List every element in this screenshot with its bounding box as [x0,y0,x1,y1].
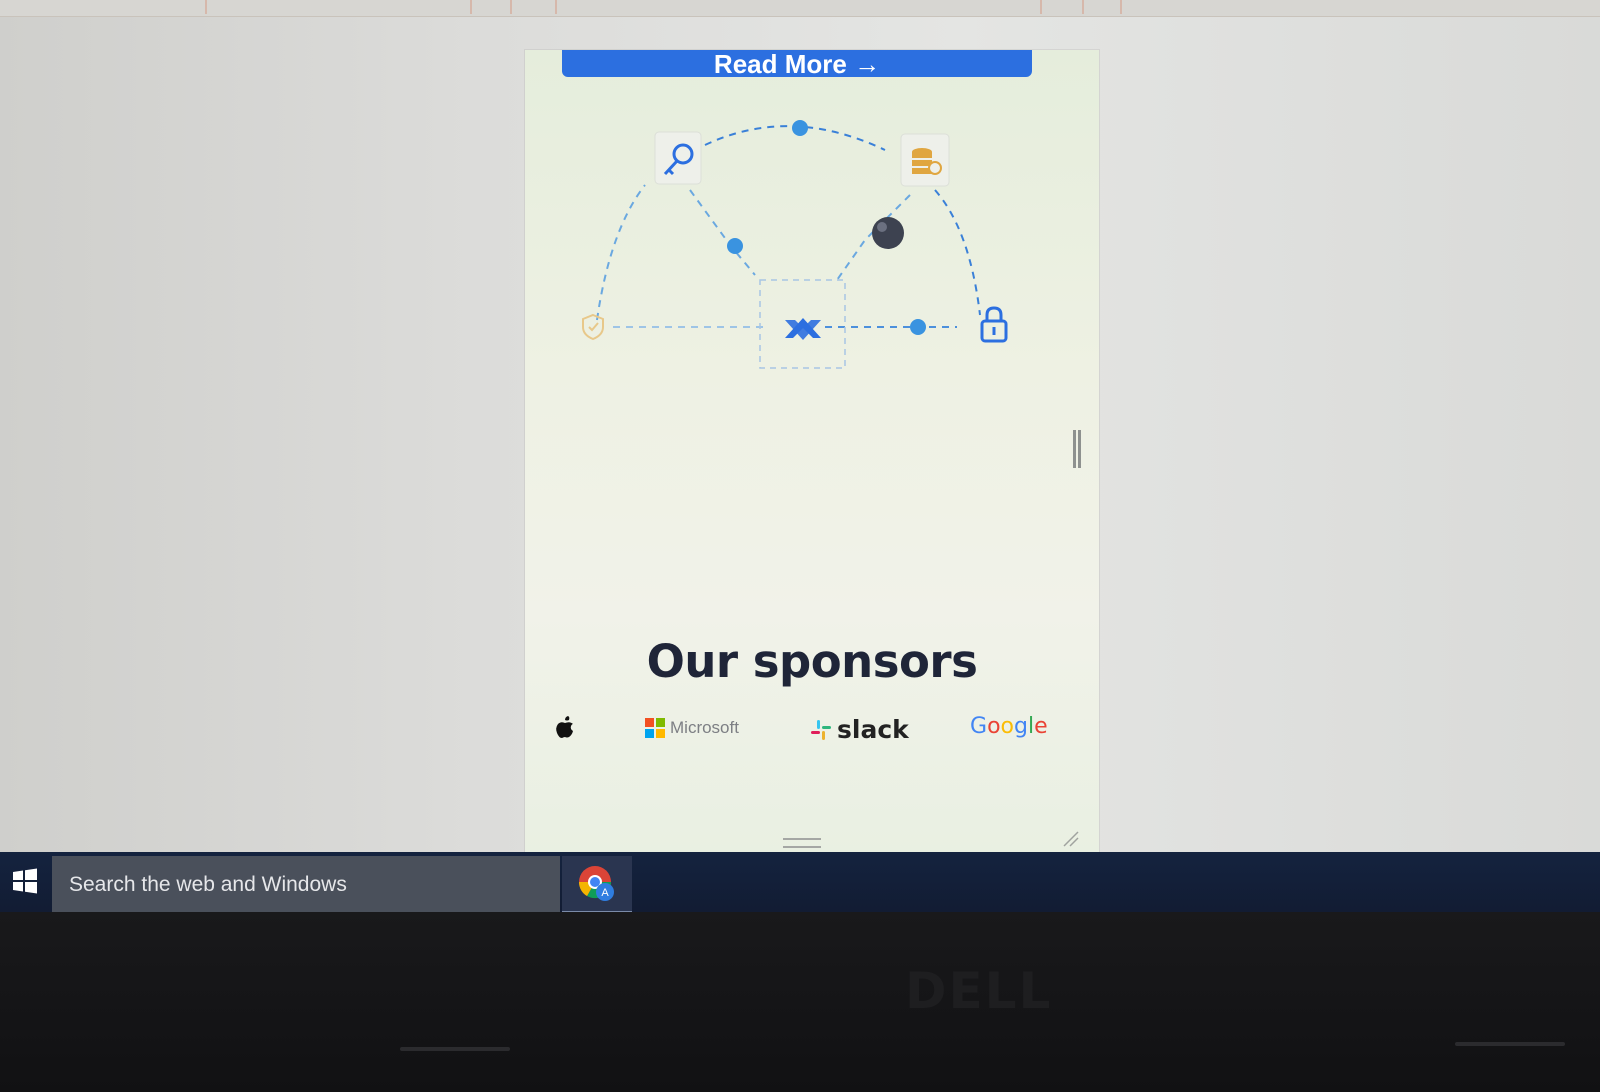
lock-icon [980,306,1008,343]
google-logo[interactable]: Google [970,714,1048,739]
taskbar-chrome-button[interactable]: A [562,856,632,914]
microsoft-label: Microsoft [670,718,739,737]
slack-icon [811,719,831,740]
database-icon [900,133,950,187]
left-dot [727,238,743,254]
bezel-mark [400,1047,510,1051]
taskbar-search-input[interactable]: Search the web and Windows [52,856,560,914]
shield-icon [582,313,604,341]
microsoft-logo[interactable]: Microsoft [645,718,739,738]
scrollbar-handle[interactable] [1073,430,1081,468]
left-arc [596,184,646,321]
logo-icon [785,318,821,340]
left-diagonal [689,189,756,276]
resize-grip-icon[interactable] [1062,830,1080,848]
windows-icon [13,868,37,894]
top-dot [792,120,808,136]
dell-logo: DELL [905,962,1053,1020]
dark-dot [872,217,904,249]
right-dot [910,319,926,335]
browser-top-strip [0,0,1600,17]
security-network-illustration [582,120,1008,369]
slack-logo[interactable]: slack [810,715,909,744]
bezel-mark [1455,1042,1565,1046]
microsoft-icon [645,718,665,738]
key-icon [654,131,702,185]
apple-logo[interactable] [555,716,575,740]
laptop-bezel: DELL [0,912,1600,1092]
monitor-screen: Read More → Our sponsors Microsoft slack… [0,0,1600,852]
slack-label: slack [837,715,909,744]
right-arc [934,189,981,316]
apple-icon [556,716,573,738]
start-button[interactable] [0,858,50,904]
drag-handle[interactable] [783,838,821,848]
windows-taskbar: Search the web and Windows A [0,852,1600,914]
page-window: Read More → Our sponsors Microsoft slack… [525,50,1099,852]
svg-text:A: A [601,887,609,899]
sponsors-title: Our sponsors [646,635,978,689]
google-label: Google [970,714,1048,739]
chrome-icon: A [578,865,614,901]
